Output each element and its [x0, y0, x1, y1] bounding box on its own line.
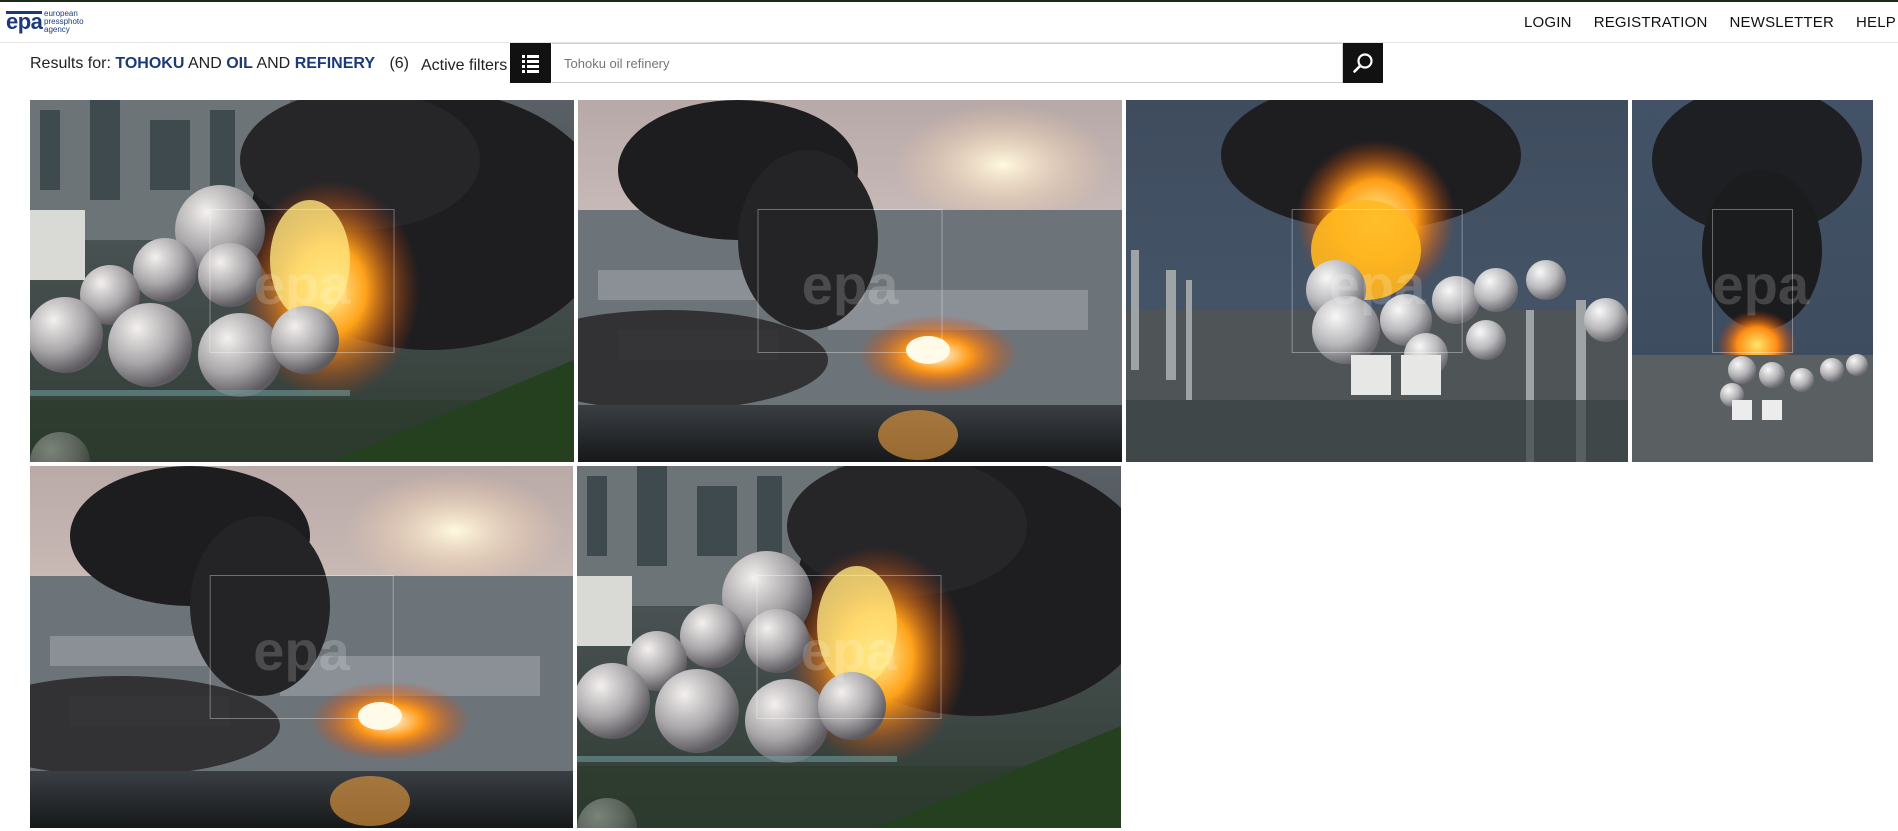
- logo-text: european pressphoto agency: [44, 10, 84, 34]
- photo-refinery-smoke-sunset: [30, 466, 573, 828]
- logo-mark: epa: [6, 9, 43, 34]
- photo-refinery-smoke-column: [1632, 100, 1873, 462]
- search-button[interactable]: [1343, 43, 1383, 83]
- logo-text-line-3: agency: [44, 25, 70, 34]
- result-photo-6[interactable]: epa: [577, 466, 1121, 828]
- filter-list-button[interactable]: [510, 43, 551, 83]
- search-input[interactable]: [552, 44, 1342, 82]
- results-summary: Results for: TOHOKU AND OIL AND REFINERY…: [30, 55, 409, 73]
- magnifier-icon: [1353, 53, 1373, 73]
- search-field[interactable]: [552, 43, 1343, 83]
- results-prefix: Results for:: [30, 55, 111, 72]
- search-term-oil: OIL: [226, 55, 253, 72]
- photo-refinery-fireball: [1126, 100, 1628, 462]
- site-header: epa european pressphoto agency LOGIN REG…: [0, 2, 1898, 43]
- active-filters-label[interactable]: Active filters: [421, 57, 507, 75]
- result-photo-2[interactable]: epa: [578, 100, 1122, 462]
- result-photo-1[interactable]: epa: [30, 100, 574, 462]
- list-icon: [522, 55, 539, 73]
- operator-and-1: AND: [187, 55, 222, 72]
- top-nav: LOGIN REGISTRATION NEWSLETTER HELP: [1502, 14, 1898, 31]
- photo-refinery-smoke-sunset: [578, 100, 1122, 462]
- operator-and-2: AND: [256, 55, 291, 72]
- result-photo-3[interactable]: epa: [1126, 100, 1628, 462]
- results-count: (6): [389, 55, 410, 72]
- search-term-refinery: REFINERY: [294, 55, 375, 72]
- help-link[interactable]: HELP: [1856, 14, 1896, 31]
- result-photo-4[interactable]: epa: [1632, 100, 1873, 462]
- login-link[interactable]: LOGIN: [1524, 14, 1572, 31]
- epa-logo[interactable]: epa european pressphoto agency: [6, 9, 96, 37]
- result-photo-5[interactable]: epa: [30, 466, 573, 828]
- newsletter-link[interactable]: NEWSLETTER: [1729, 14, 1834, 31]
- photo-refinery-fire: [30, 100, 574, 462]
- search-term-tohoku: TOHOKU: [115, 55, 185, 72]
- registration-link[interactable]: REGISTRATION: [1594, 14, 1708, 31]
- photo-refinery-fire: [577, 466, 1121, 828]
